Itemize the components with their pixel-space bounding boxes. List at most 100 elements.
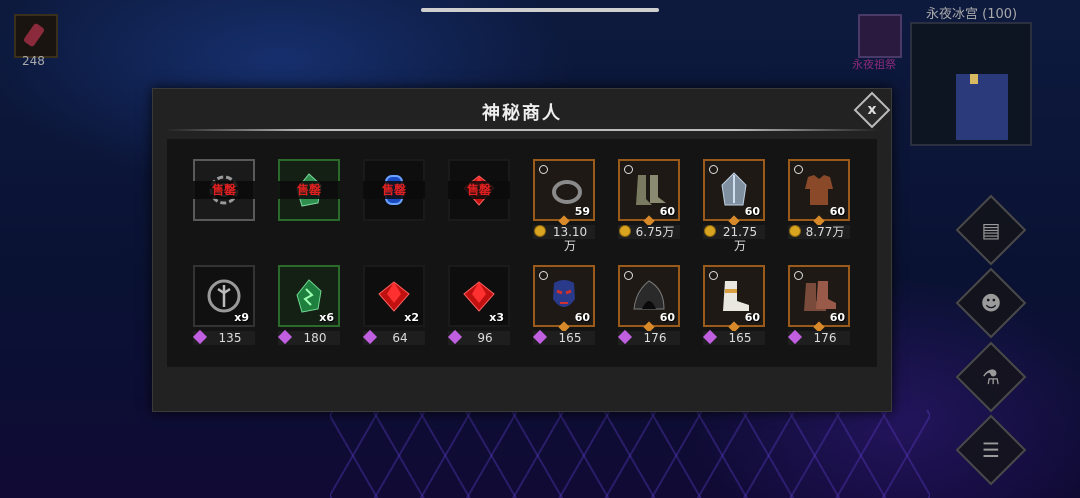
item-price: 96 [447, 329, 510, 345]
mystery-merchant-dialog: 神秘商人 x 售罄 售罄 售罄 售罄 59 13.10万 60 6.75万 60 21.75万 60… [152, 88, 892, 412]
purple-gem-icon [617, 329, 633, 345]
item-quantity: x2 [404, 311, 419, 324]
shop-item-slot[interactable]: 售罄 [363, 159, 425, 221]
price-value: 6.75万 [635, 225, 675, 239]
item-quantity: x9 [234, 311, 249, 324]
shop-item-slot[interactable]: 售罄 [448, 159, 510, 221]
gold-coin-icon [619, 225, 631, 237]
purple-gem-icon [702, 329, 718, 345]
shop-item-slot[interactable]: 售罄 [193, 159, 255, 221]
ring-icon [545, 171, 583, 209]
purple-gem-icon [277, 329, 293, 345]
price-value: 176 [813, 331, 837, 345]
red-gem-icon [375, 277, 413, 315]
shop-item-slot[interactable]: 60 [618, 265, 680, 333]
top-handle-bar [421, 8, 659, 12]
purple-gem-icon [192, 329, 208, 345]
zone-name: 永夜冰宫 (100) [926, 7, 1018, 22]
helmet-icon [715, 171, 753, 209]
shop-item-slot[interactable]: 60 [703, 159, 765, 227]
minimap[interactable] [910, 22, 1032, 146]
item-price: 8.77万 [788, 225, 850, 239]
price-value: 135 [218, 331, 242, 345]
leather-armor-icon [800, 171, 838, 209]
price-value: 8.77万 [805, 225, 845, 239]
sold-out-label: 售罄 [278, 181, 340, 199]
users-icon: ☻ [980, 291, 1002, 315]
gold-coin-icon [534, 225, 546, 237]
item-level: 60 [829, 205, 845, 218]
hex-floor [330, 410, 930, 498]
shop-item-slot[interactable]: 60 [618, 159, 680, 227]
close-icon: x [867, 102, 877, 118]
leather-boots-icon [800, 277, 838, 315]
rarity-marker-icon [794, 165, 803, 174]
item-level: 60 [659, 205, 675, 218]
item-price: 176 [617, 329, 680, 345]
sold-out-label: 售罄 [363, 181, 425, 199]
greaves-icon [630, 171, 668, 209]
red-gem-icon [460, 277, 498, 315]
dialog-title: 神秘商人 [482, 103, 562, 124]
item-price: 6.75万 [618, 225, 680, 239]
item-level: 59 [574, 205, 590, 218]
purple-gem-icon [787, 329, 803, 345]
player-marker-icon [970, 74, 978, 84]
item-level: 60 [744, 311, 760, 324]
item-price: 165 [532, 329, 595, 345]
price-value: 21.75万 [722, 225, 758, 253]
item-price: 180 [277, 329, 340, 345]
item-price: 64 [362, 329, 425, 345]
shop-item-slot[interactable]: 60 [703, 265, 765, 333]
price-value: 96 [477, 331, 493, 345]
shop-item-slot[interactable]: x6 [278, 265, 340, 327]
item-price: 135 [192, 329, 255, 345]
gold-coin-icon [704, 225, 716, 237]
rarity-marker-icon [709, 271, 718, 280]
shop-item-slot[interactable]: x9 [193, 265, 255, 327]
potion-count: 248 [22, 54, 45, 68]
purple-gem-icon [532, 329, 548, 345]
price-value: 165 [558, 331, 582, 345]
price-value: 180 [303, 331, 327, 345]
price-value: 176 [643, 331, 667, 345]
price-value: 64 [392, 331, 408, 345]
boss-portrait-icon[interactable] [858, 14, 902, 58]
minimap-room [956, 74, 1008, 140]
sold-out-label: 售罄 [193, 181, 255, 199]
item-price: 165 [702, 329, 765, 345]
item-price: 21.75万 [703, 225, 765, 253]
price-value: 13.10万 [552, 225, 588, 253]
shop-item-slot[interactable]: 售罄 [278, 159, 340, 221]
title-divider [165, 129, 879, 131]
item-price: 176 [787, 329, 850, 345]
flask-icon: ⚗ [982, 365, 1000, 389]
rarity-marker-icon [624, 271, 633, 280]
purple-gem-icon [447, 329, 463, 345]
green-rune-crystal-icon [290, 277, 328, 315]
item-level: 60 [829, 311, 845, 324]
boss-label: 永夜祖祭 [852, 58, 896, 71]
shop-grid: 售罄 售罄 售罄 售罄 59 13.10万 60 6.75万 60 21.75万 60 8.77万 x9… [167, 139, 877, 367]
scroll-icon: ▤ [981, 218, 1001, 242]
shop-item-slot[interactable]: 59 [533, 159, 595, 227]
shop-item-slot[interactable]: 60 [533, 265, 595, 333]
gold-coin-icon [789, 225, 801, 237]
shop-item-slot[interactable]: 60 [788, 265, 850, 333]
hood-icon [630, 277, 668, 315]
rarity-marker-icon [624, 165, 633, 174]
rune-stone-icon [205, 277, 243, 315]
purple-gem-icon [362, 329, 378, 345]
rarity-marker-icon [539, 165, 548, 174]
item-level: 60 [659, 311, 675, 324]
price-value: 165 [728, 331, 752, 345]
potion-quickslot-icon[interactable] [14, 14, 58, 58]
shop-item-slot[interactable]: x2 [363, 265, 425, 327]
sold-out-label: 售罄 [448, 181, 510, 199]
mask-icon [545, 277, 583, 315]
item-price: 13.10万 [533, 225, 595, 253]
shop-item-slot[interactable]: 60 [788, 159, 850, 227]
shop-item-slot[interactable]: x3 [448, 265, 510, 327]
boots-icon [715, 277, 753, 315]
item-level: 60 [574, 311, 590, 324]
